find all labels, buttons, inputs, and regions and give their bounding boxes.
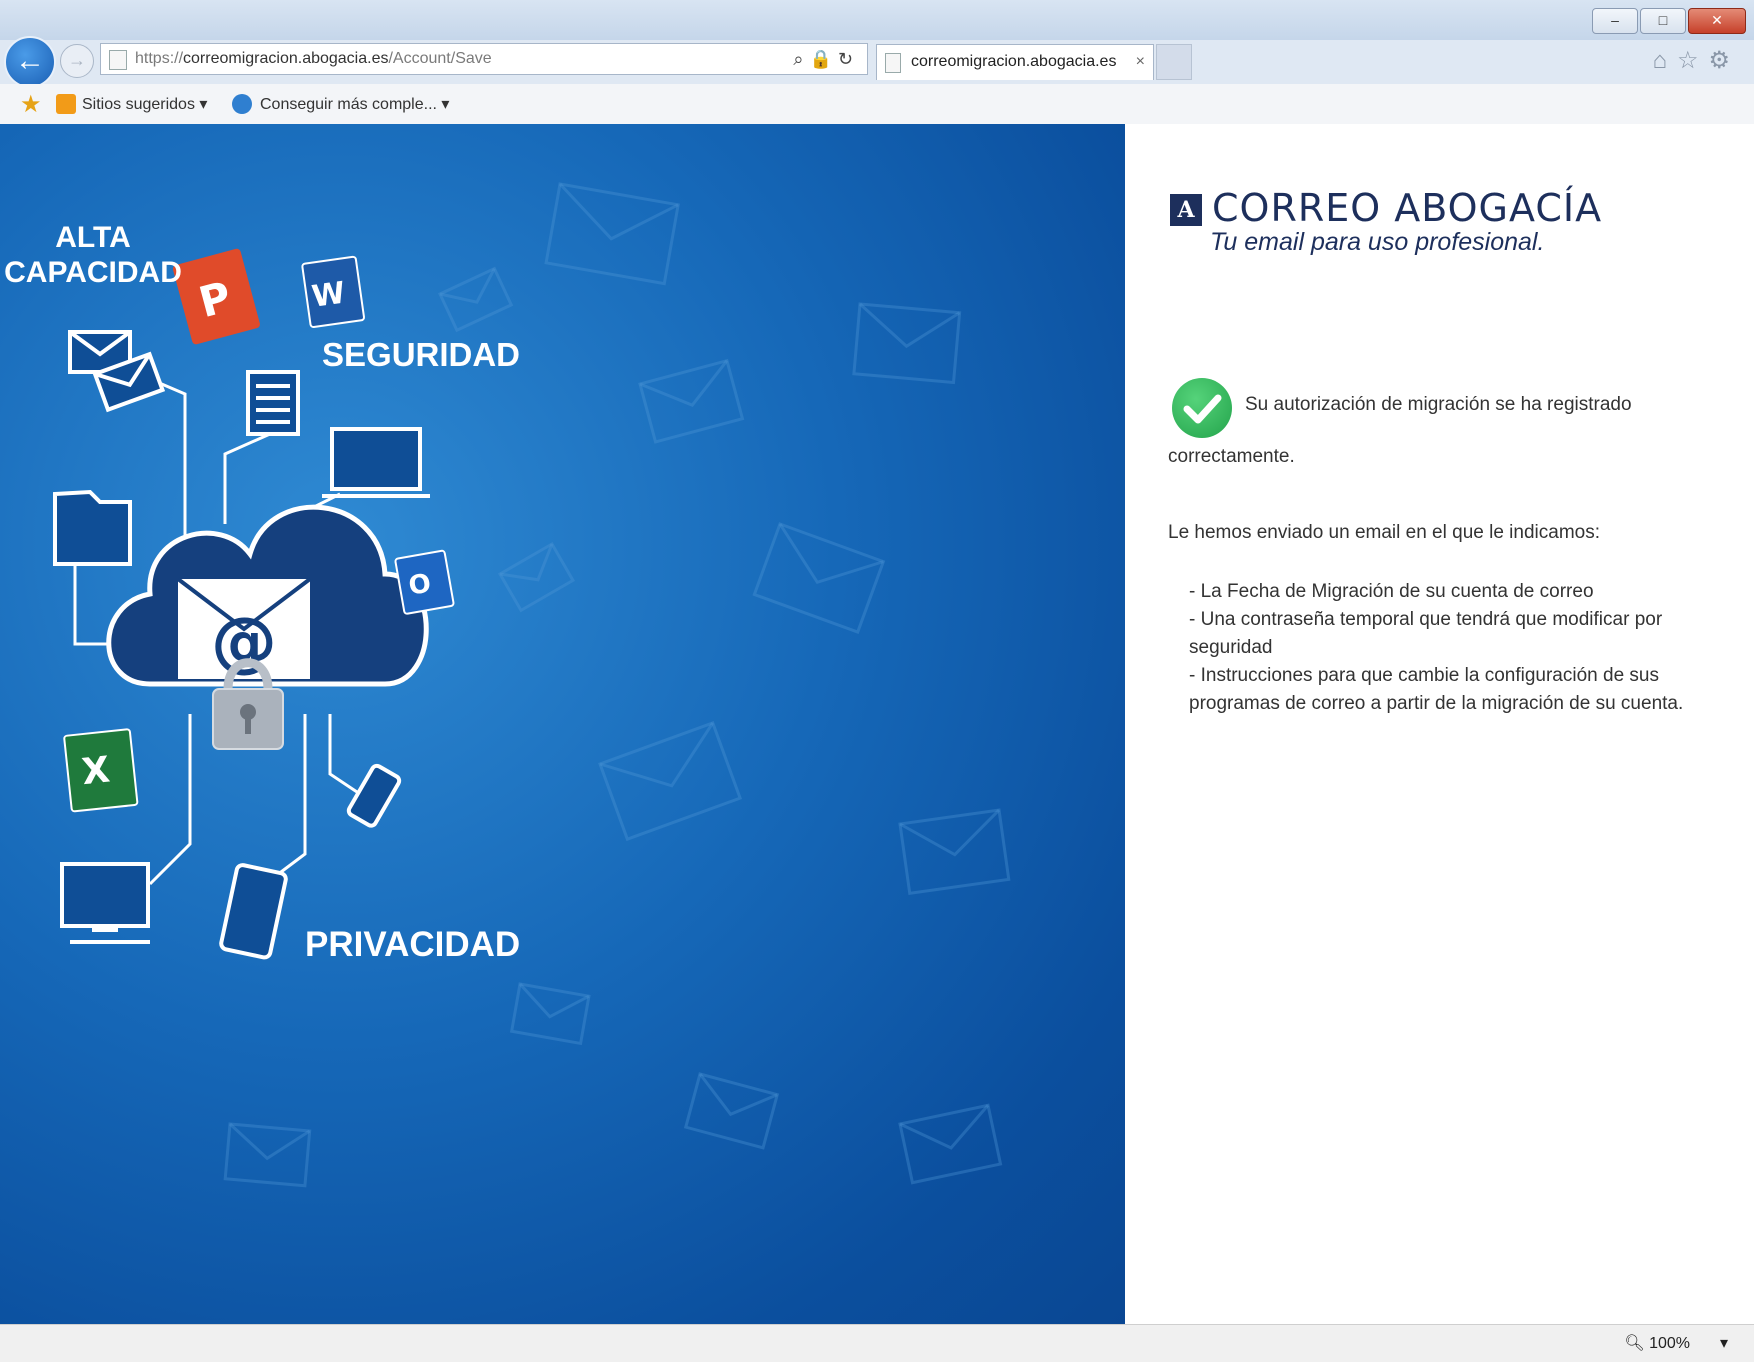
tablet-icon — [219, 863, 288, 960]
search-icon[interactable]: ⌕ — [793, 49, 809, 69]
status-bar: 🔍︎ 100% ▾ — [0, 1324, 1754, 1362]
favorites-bar: ★ Sitios sugeridos ▾ Conseguir más compl… — [0, 84, 1754, 125]
zoom-icon: 🔍︎ — [1624, 1335, 1645, 1352]
hero-label-alta: ALTA — [55, 221, 131, 254]
brand-tagline: Tu email para uso profesional. — [1210, 228, 1545, 256]
list-item: - Instrucciones para que cambie la confi… — [1189, 665, 1684, 714]
refresh-icon[interactable]: ↻ — [838, 49, 859, 69]
svg-text:X: X — [80, 749, 112, 793]
laptop-icon — [322, 427, 430, 498]
page-icon — [109, 50, 127, 70]
url-text: https://correomigracion.abogacia.es/Acco… — [135, 50, 492, 67]
tab-close-icon[interactable]: × — [1136, 45, 1145, 79]
forward-button[interactable]: → — [60, 44, 94, 78]
brand-title: CORREO ABOGACÍA — [1212, 186, 1603, 230]
favorites-star-icon[interactable]: ☆ — [1677, 47, 1709, 74]
address-tools: ⌕🔒↻ — [793, 44, 859, 74]
intro-text: Le hemos enviado un email en el que le i… — [1168, 522, 1600, 543]
address-bar[interactable]: https://correomigracion.abogacia.es/Acco… — [100, 43, 868, 75]
svg-text:W: W — [310, 275, 348, 314]
suggested-sites-link[interactable]: Sitios sugeridos ▾ — [82, 94, 207, 114]
info-list: - La Fecha de Migración de su cuenta de … — [1189, 578, 1729, 718]
hero-label-privacidad: PRIVACIDAD — [305, 925, 520, 964]
folder-icon — [53, 489, 132, 566]
content-panel: A CORREO ABOGACÍA Tu email para uso prof… — [1125, 124, 1754, 1324]
home-icon[interactable]: ⌂ — [1652, 47, 1677, 74]
list-item: - La Fecha de Migración de su cuenta de … — [1189, 581, 1594, 602]
success-message-continued: correctamente. — [1168, 446, 1295, 467]
hero-image: @ P W O X ALTA CAPACIDAD SEGURIDAD PRIVA… — [0, 124, 1125, 1324]
list-item: - Una contraseña temporal que tendrá que… — [1189, 609, 1663, 658]
svg-text:@: @ — [211, 603, 277, 680]
success-message: Su autorización de migración se ha regis… — [1245, 394, 1632, 415]
window-controls: – □ ✕ — [1590, 8, 1746, 34]
word-icon: W — [301, 255, 365, 328]
browser-window: – □ ✕ ← → https://correomigracion.abogac… — [0, 0, 1754, 1362]
maximize-button[interactable]: □ — [1640, 8, 1686, 34]
tab-title: correomigracion.abogacia.es — [911, 53, 1117, 70]
back-button[interactable]: ← — [4, 36, 56, 88]
hero-label-capacidad: CAPACIDAD — [4, 256, 182, 289]
gear-icon[interactable]: ⚙ — [1708, 47, 1740, 74]
suggested-sites-icon — [56, 94, 76, 114]
excel-icon: X — [63, 728, 139, 813]
tab-page-icon — [885, 53, 901, 73]
powerpoint-icon: P — [172, 248, 260, 345]
hero-label-seguridad: SEGURIDAD — [322, 336, 520, 373]
zoom-dropdown-icon[interactable]: ▾ — [1720, 1333, 1728, 1353]
success-check-icon — [1172, 378, 1232, 438]
zoom-level[interactable]: 🔍︎ 100% — [1624, 1333, 1690, 1353]
lock-icon[interactable]: 🔒 — [809, 49, 837, 69]
close-window-button[interactable]: ✕ — [1688, 8, 1746, 34]
brand-mark-icon: A — [1170, 194, 1202, 226]
minimize-button[interactable]: – — [1592, 8, 1638, 34]
ie-icon — [232, 94, 252, 114]
desktop-monitor-icon — [60, 862, 150, 944]
smartphone-icon — [346, 763, 402, 828]
browser-toolbar-icons: ⌂☆⚙ — [1652, 46, 1740, 75]
browser-tab[interactable]: correomigracion.abogacia.es × — [876, 44, 1154, 80]
favorites-add-icon[interactable]: ★ — [20, 90, 42, 119]
mail-stack-icon — [68, 330, 166, 413]
document-icon — [246, 370, 300, 436]
hero-illustration: @ P W O X ALTA CAPACIDAD SEGURIDAD PRIVA… — [4, 182, 1011, 1188]
get-more-addons-link[interactable]: Conseguir más comple... ▾ — [260, 94, 449, 114]
title-bar: – □ ✕ — [0, 0, 1754, 40]
outlook-icon: O — [394, 549, 455, 615]
new-tab-button[interactable] — [1156, 44, 1192, 80]
